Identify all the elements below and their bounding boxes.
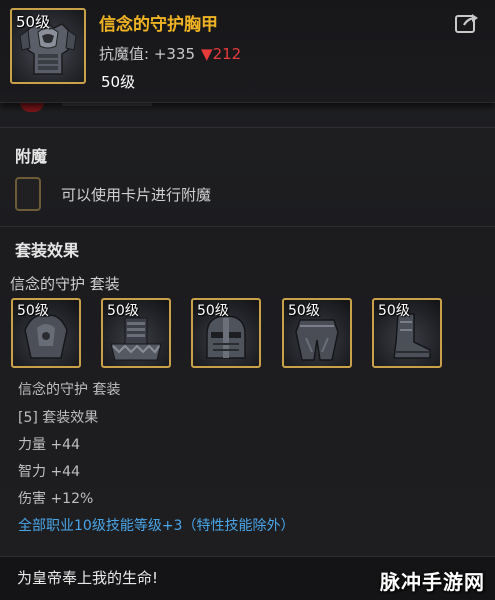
- set-bonus-strength: 力量 +44: [18, 437, 80, 453]
- set-bonus-damage: 伤害 +12%: [18, 491, 94, 507]
- boot-icon[interactable]: 50级: [372, 298, 442, 368]
- enchant-card-hint: 可以使用卡片进行附魔: [61, 186, 212, 204]
- chest-armor-icon[interactable]: 50级: [10, 8, 86, 84]
- set-piece-level: 50级: [107, 303, 139, 319]
- set-bonus-intelligence: 智力 +44: [18, 464, 80, 480]
- site-watermark: 脉冲手游网: [380, 570, 485, 594]
- obscured-icon: [20, 102, 44, 112]
- set-piece-level: 50级: [197, 303, 229, 319]
- shoulder-armor-icon[interactable]: 50级: [11, 298, 81, 368]
- magic-resist-label: 抗魔值: +335: [99, 45, 196, 63]
- set-effect-count: [5] 套装效果: [18, 410, 99, 426]
- enchant-card-slot[interactable]: [15, 177, 41, 211]
- leg-armor-icon[interactable]: 50级: [282, 298, 352, 368]
- set-piece-level: 50级: [378, 303, 410, 319]
- set-piece-level: 50级: [288, 303, 320, 319]
- stat-decrease-value: ▼212: [201, 45, 242, 63]
- set-name: 信念的守护 套装: [10, 275, 120, 293]
- set-piece-level: 50级: [17, 303, 49, 319]
- share-button[interactable]: [454, 12, 480, 34]
- chest-armor-icon[interactable]: 50级: [101, 298, 171, 368]
- magic-resist-stat: 抗魔值: +335 ▼212: [99, 43, 241, 64]
- set-effect-name: 信念的守护 套装: [18, 382, 121, 398]
- item-header: 50级 信念的守护胸甲 抗魔值: +335 ▼212 50级: [0, 0, 495, 103]
- item-level-text: 50级: [101, 73, 136, 91]
- divider: [0, 127, 495, 128]
- item-title: 信念的守护胸甲: [99, 15, 218, 35]
- enchant-section-title: 附魔: [15, 147, 48, 166]
- helmet-icon[interactable]: 50级: [191, 298, 261, 368]
- item-level-badge: 50级: [16, 13, 51, 31]
- divider: [0, 226, 495, 227]
- share-icon: [455, 14, 478, 33]
- item-tooltip-panel: 50级 信念的守护胸甲 抗魔值: +335 ▼212 50级 附魔 可以使用卡片进…: [0, 0, 495, 600]
- flavor-text: 为皇帝奉上我的生命!: [17, 569, 159, 587]
- set-effect-section-title: 套装效果: [15, 241, 80, 260]
- set-bonus-skill-level: 全部职业10级技能等级+3（特性技能除外）: [18, 518, 295, 534]
